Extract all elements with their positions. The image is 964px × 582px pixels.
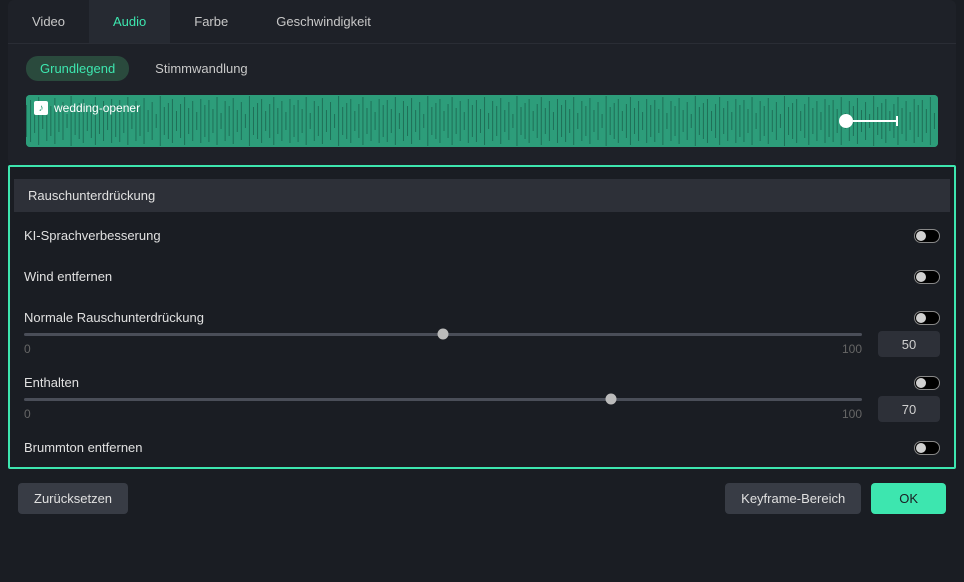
slider-min-normal: 0 — [24, 342, 31, 356]
tab-farbe[interactable]: Farbe — [170, 0, 252, 43]
sub-tabs: Grundlegend Stimmwandlung — [8, 44, 956, 89]
keyframe-button[interactable]: Keyframe-Bereich — [725, 483, 861, 514]
value-normal-noise[interactable]: 50 — [878, 331, 940, 357]
slider-thumb-dereverb[interactable] — [605, 394, 616, 405]
toggle-normal-noise[interactable] — [914, 311, 940, 325]
noise-reduction-section: Rauschunterdrückung KI-Sprachverbesserun… — [8, 165, 956, 469]
tab-geschwindigkeit[interactable]: Geschwindigkeit — [252, 0, 395, 43]
label-normal-noise: Normale Rauschunterdrückung — [24, 310, 204, 325]
tab-audio[interactable]: Audio — [89, 0, 170, 43]
audio-waveform[interactable]: ♪ wedding-opener — [26, 95, 938, 147]
slider-dereverb[interactable] — [24, 398, 862, 401]
music-note-icon: ♪ — [34, 101, 48, 115]
label-hum: Brummton entfernen — [24, 440, 143, 455]
clip-name: wedding-opener — [54, 101, 140, 115]
waveform-graphic — [26, 95, 938, 147]
label-dereverb: Enthalten — [24, 375, 79, 390]
slider-thumb-normal[interactable] — [438, 329, 449, 340]
label-ki-speech: KI-Sprachverbesserung — [24, 228, 161, 243]
toggle-ki-speech[interactable] — [914, 229, 940, 243]
slider-max-normal: 100 — [842, 342, 862, 356]
toggle-dereverb[interactable] — [914, 376, 940, 390]
value-dereverb[interactable]: 70 — [878, 396, 940, 422]
toggle-hum[interactable] — [914, 441, 940, 455]
footer: Zurücksetzen Keyframe-Bereich OK — [0, 469, 964, 524]
ok-button[interactable]: OK — [871, 483, 946, 514]
main-tabs: Video Audio Farbe Geschwindigkeit — [8, 0, 956, 44]
subtab-stimmwandlung[interactable]: Stimmwandlung — [141, 56, 262, 81]
volume-handle[interactable] — [839, 114, 898, 128]
label-wind: Wind entfernen — [24, 269, 112, 284]
reset-button[interactable]: Zurücksetzen — [18, 483, 128, 514]
section-header-noise: Rauschunterdrückung — [14, 179, 950, 212]
slider-normal-noise[interactable] — [24, 333, 862, 336]
toggle-wind[interactable] — [914, 270, 940, 284]
tab-video[interactable]: Video — [8, 0, 89, 43]
slider-max-dereverb: 100 — [842, 407, 862, 421]
slider-min-dereverb: 0 — [24, 407, 31, 421]
subtab-grundlegend[interactable]: Grundlegend — [26, 56, 129, 81]
